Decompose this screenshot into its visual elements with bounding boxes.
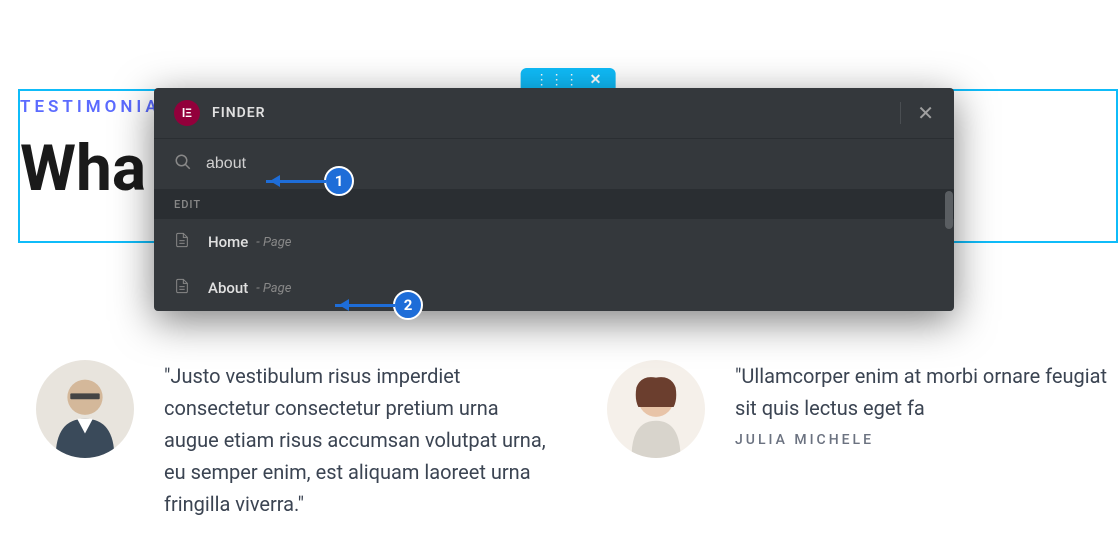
finder-title: FINDER bbox=[212, 105, 884, 121]
testimonial: "Ullamcorper enim at morbi ornare feugia… bbox=[607, 360, 1118, 528]
arrow-icon bbox=[266, 180, 326, 183]
elementor-logo: lΞ bbox=[174, 100, 200, 126]
testimonial: "Justo vestibulum risus imperdiet consec… bbox=[36, 360, 547, 528]
avatar bbox=[607, 360, 705, 458]
result-name: Home bbox=[208, 233, 248, 251]
result-type: - Page bbox=[256, 235, 291, 250]
document-icon bbox=[174, 277, 190, 299]
drag-icon: ⋮⋮⋮ bbox=[535, 72, 580, 88]
search-icon bbox=[174, 153, 192, 175]
testimonial-text: "Justo vestibulum risus imperdiet consec… bbox=[164, 360, 547, 528]
annotation-callout: 1 bbox=[266, 166, 354, 196]
avatar-image bbox=[607, 360, 705, 458]
finder-result-item[interactable]: About - Page bbox=[154, 265, 954, 311]
divider bbox=[900, 102, 901, 124]
finder-modal: lΞ FINDER ✕ EDIT Home - Pa bbox=[154, 88, 954, 311]
callout-number: 2 bbox=[393, 290, 423, 320]
testimonial-text: "Ullamcorper enim at morbi ornare feugia… bbox=[735, 360, 1118, 528]
finder-header: lΞ FINDER ✕ bbox=[154, 88, 954, 139]
arrow-icon bbox=[335, 304, 395, 307]
close-button[interactable]: ✕ bbox=[917, 103, 934, 123]
testimonial-quote: "Justo vestibulum risus imperdiet consec… bbox=[164, 360, 547, 520]
finder-results: EDIT Home - Page bbox=[154, 190, 954, 311]
result-name: About bbox=[208, 279, 248, 297]
callout-number: 1 bbox=[324, 166, 354, 196]
document-icon bbox=[174, 231, 190, 253]
annotation-callout: 2 bbox=[335, 290, 423, 320]
finder-result-item[interactable]: Home - Page bbox=[154, 219, 954, 265]
close-icon[interactable]: ✕ bbox=[590, 72, 602, 88]
testimonials-row: "Justo vestibulum risus imperdiet consec… bbox=[36, 360, 1118, 528]
avatar-image bbox=[36, 360, 134, 458]
avatar bbox=[36, 360, 134, 458]
testimonial-quote: "Ullamcorper enim at morbi ornare feugia… bbox=[735, 360, 1118, 424]
result-type: - Page bbox=[256, 281, 291, 296]
testimonial-author: JULIA MICHELE bbox=[735, 432, 1118, 448]
